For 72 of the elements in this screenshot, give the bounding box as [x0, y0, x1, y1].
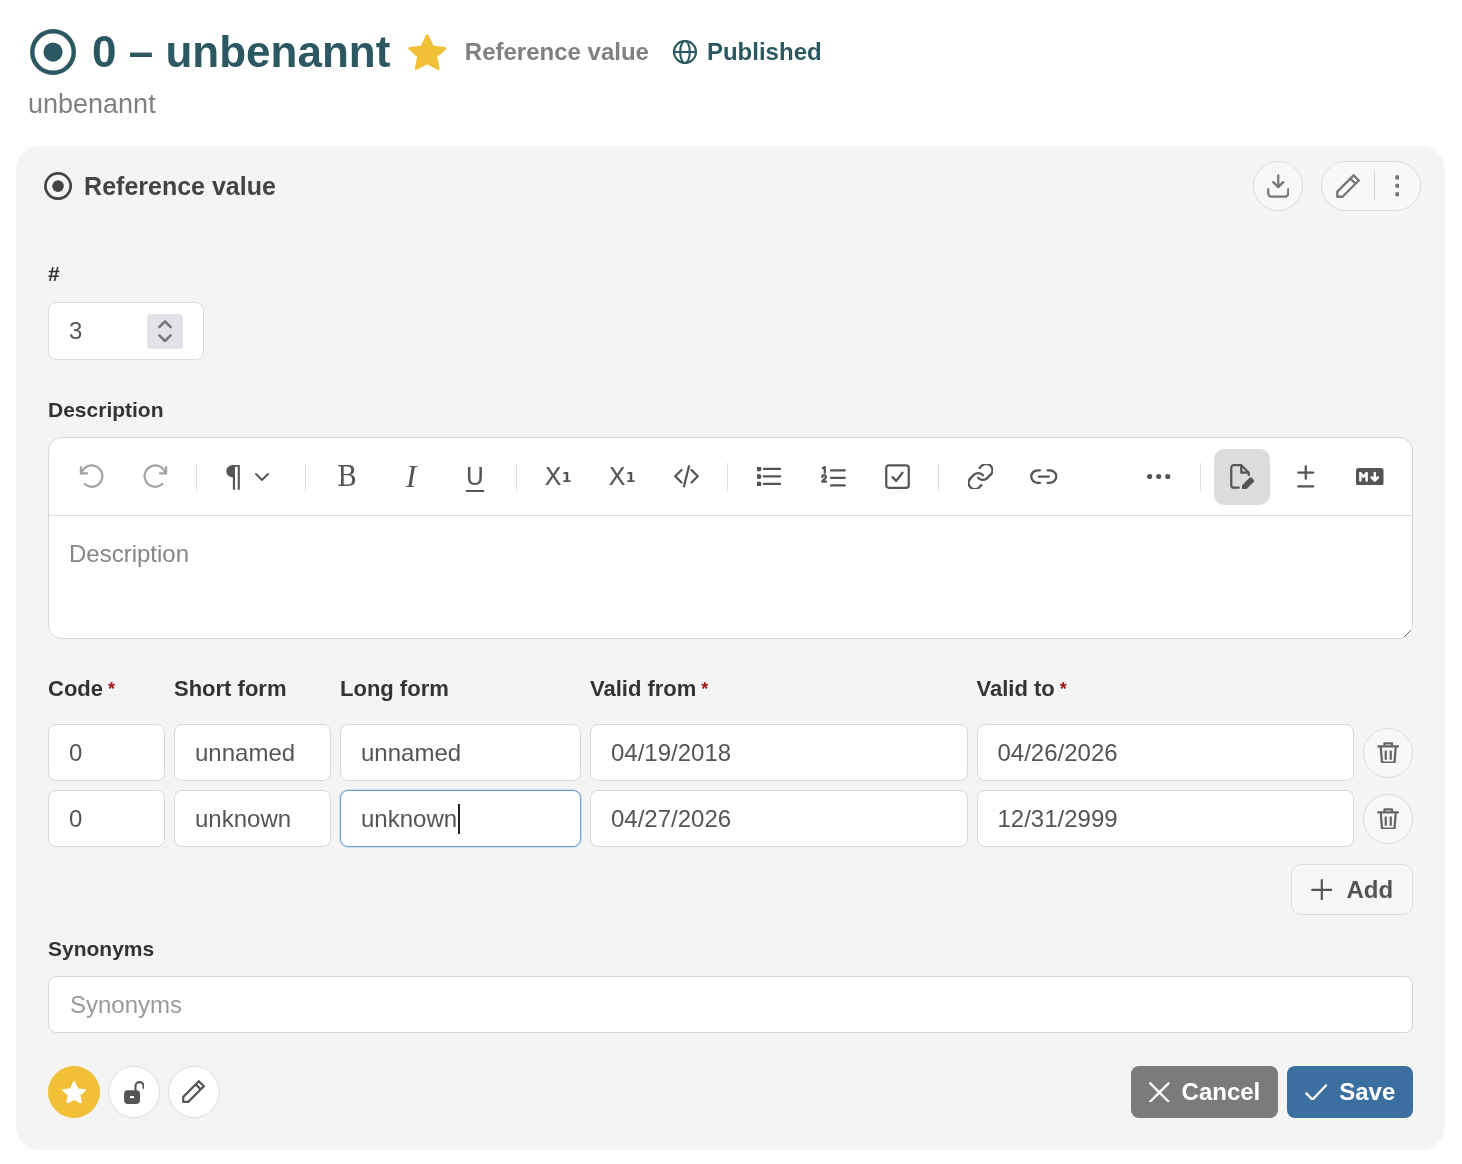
- add-button[interactable]: Add: [1291, 864, 1413, 915]
- checkbox-icon: [884, 464, 910, 489]
- text-field[interactable]: 12/31/2999: [976, 790, 1354, 847]
- stepper-button[interactable]: [147, 313, 183, 349]
- column-header: Code: [48, 676, 103, 701]
- pencil-icon: [182, 1080, 206, 1104]
- superscript-button[interactable]: X$^{1}$: [530, 448, 586, 505]
- text-field[interactable]: unnamed: [340, 724, 581, 781]
- ellipsis-icon: [1147, 473, 1171, 480]
- trash-icon: [1376, 741, 1400, 764]
- download-button[interactable]: [1253, 161, 1303, 211]
- text-field[interactable]: unnamed: [174, 724, 331, 781]
- field-label: #: [48, 262, 60, 286]
- italic-button[interactable]: I: [383, 448, 439, 505]
- save-button[interactable]: Save: [1287, 1066, 1413, 1118]
- text-field[interactable]: unknown: [340, 790, 581, 847]
- numbered-list-icon: [820, 465, 846, 488]
- radio-icon: [44, 171, 73, 201]
- number-field[interactable]: 3: [48, 302, 204, 360]
- download-icon: [1266, 174, 1290, 198]
- text-field[interactable]: 0: [48, 724, 165, 781]
- close-icon: [1148, 1081, 1170, 1103]
- column-header: Valid from: [590, 676, 697, 701]
- bulleted-list-icon: [756, 467, 782, 486]
- open-padlock-icon: [123, 1080, 145, 1104]
- edit-button[interactable]: [168, 1066, 220, 1118]
- undo-icon: [78, 464, 104, 489]
- status-label: Published: [706, 38, 822, 66]
- page-subtitle: unbenannt: [28, 88, 156, 121]
- plus-icon: [1310, 878, 1333, 901]
- link-icon: [967, 464, 993, 489]
- file-edit-icon: [1229, 463, 1255, 490]
- synonyms-field[interactable]: Synonyms: [48, 976, 1413, 1033]
- required-mark: *: [1059, 679, 1067, 699]
- source-button[interactable]: [1214, 448, 1270, 505]
- text-field[interactable]: 04/19/2018: [590, 724, 968, 781]
- underline-button[interactable]: U: [447, 448, 503, 505]
- column-header: Short form: [174, 676, 287, 701]
- pencil-icon: [1335, 173, 1361, 199]
- chevron-up-down-icon: [158, 319, 172, 343]
- required-mark: *: [108, 679, 115, 699]
- text-field[interactable]: unknown: [174, 790, 331, 847]
- redo-icon: [142, 464, 168, 489]
- text-cursor: [458, 803, 461, 834]
- star-icon: [61, 1080, 87, 1104]
- globe-icon: [672, 40, 697, 64]
- page-title: 0 – unbenannt: [92, 27, 391, 77]
- column-header: Long form: [340, 676, 449, 701]
- lock-button[interactable]: [108, 1066, 160, 1118]
- kebab-icon: [1394, 175, 1400, 197]
- radio-icon: [30, 28, 77, 76]
- delete-button[interactable]: [1363, 793, 1413, 844]
- field-label: Synonyms: [48, 937, 155, 961]
- code-icon: [673, 465, 699, 488]
- plus-minus-icon: [1297, 465, 1315, 488]
- column-header: Valid to: [976, 676, 1055, 701]
- text-field[interactable]: 04/26/2026: [976, 724, 1354, 781]
- delete-button[interactable]: [1363, 727, 1413, 778]
- check-icon: [1304, 1083, 1328, 1101]
- link-minus-icon: [1030, 469, 1058, 484]
- type-label: Reference value: [464, 38, 649, 66]
- cancel-button[interactable]: Cancel: [1131, 1066, 1278, 1118]
- card-title: Reference value: [84, 171, 276, 201]
- field-label: Description: [48, 398, 164, 422]
- trash-icon: [1376, 807, 1400, 830]
- required-mark: *: [701, 679, 709, 699]
- chevron-down-icon: [255, 472, 270, 481]
- markdown-icon: [1356, 467, 1384, 486]
- text-field[interactable]: 0: [48, 790, 165, 847]
- text-field[interactable]: 04/27/2026: [590, 790, 968, 847]
- heading-button[interactable]: ¶: [210, 448, 292, 505]
- bold-button[interactable]: B: [319, 448, 375, 505]
